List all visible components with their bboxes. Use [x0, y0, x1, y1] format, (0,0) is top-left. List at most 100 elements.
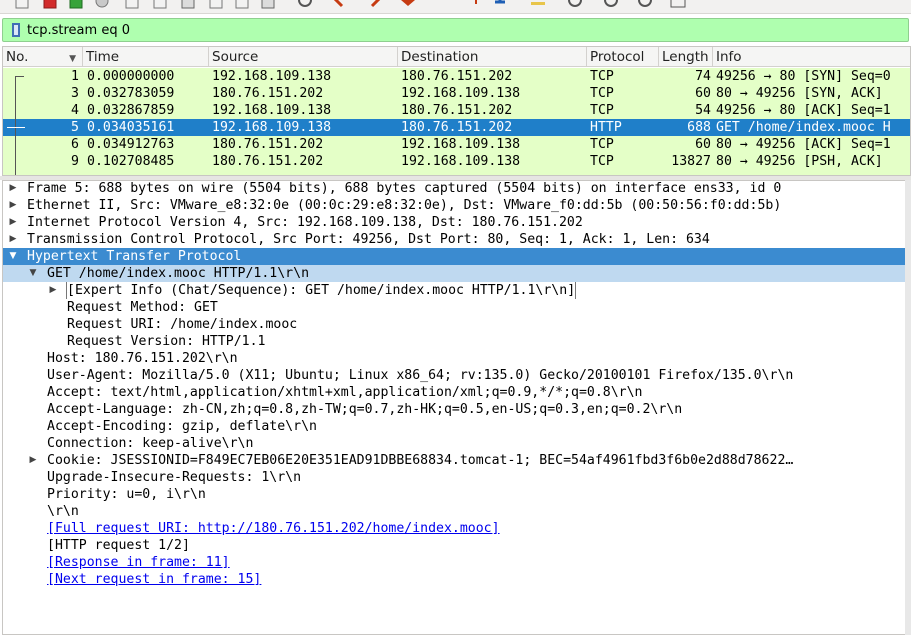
close-file-icon[interactable]	[602, 0, 622, 10]
detail-link[interactable]: [Response in frame: 11]	[47, 554, 230, 571]
detail-text: Upgrade-Insecure-Requests: 1\r\n	[47, 470, 302, 485]
detail-tree-row[interactable]: [Full request URI: http://180.76.151.202…	[3, 520, 906, 537]
expand-down-icon[interactable]: ▼	[7, 248, 19, 265]
bookmark-icon[interactable]	[7, 19, 25, 41]
autoscroll-icon[interactable]	[330, 0, 350, 10]
normal-size-icon[interactable]	[490, 0, 510, 10]
related-packet-cap	[15, 76, 24, 77]
detail-tree-row[interactable]: Accept-Language: zh-CN,zh;q=0.8,zh-TW;q=…	[3, 401, 906, 418]
details-scrollbar[interactable]	[905, 180, 911, 635]
resize-columns-icon[interactable]	[528, 0, 548, 10]
detail-text: Host: 180.76.151.202\r\n	[47, 351, 238, 366]
detail-tree-row[interactable]: [HTTP request 1/2]	[3, 537, 906, 554]
col-info-header[interactable]: Info	[713, 47, 910, 67]
col-time-cell: 0.102708485	[87, 154, 175, 169]
col-source-label: Source	[212, 49, 259, 65]
col-time-header[interactable]: Time	[83, 47, 209, 67]
col-info-cell: 80 → 49256 [ACK] Seq=1	[716, 137, 891, 152]
col-destination-label: Destination	[401, 49, 479, 65]
detail-tree-row[interactable]: ▶ Ethernet II, Src: VMware_e8:32:0e (00:0…	[3, 197, 906, 214]
col-source-header[interactable]: Source	[209, 47, 398, 67]
detail-tree-row[interactable]: Connection: keep-alive\r\n	[3, 435, 906, 452]
options-icon[interactable]	[668, 0, 688, 10]
go-to-icon[interactable]	[258, 0, 278, 10]
expand-right-icon[interactable]: ▶	[7, 197, 19, 214]
detail-text: [HTTP request 1/2]	[47, 538, 190, 553]
detail-tree-row[interactable]: ▼ GET /home/index.mooc HTTP/1.1\r\n	[3, 265, 906, 282]
col-time-cell: 0.032867859	[87, 103, 175, 118]
detail-tree-row[interactable]: Accept-Encoding: gzip, deflate\r\n	[3, 418, 906, 435]
detail-text: Ethernet II, Src: VMware_e8:32:0e (00:0c…	[27, 198, 782, 213]
detail-tree-row[interactable]: ▶ [Expert Info (Chat/Sequence): GET /home…	[3, 282, 906, 299]
packet-row[interactable]: 9 0.102708485 180.76.151.202 192.168.109.13…	[3, 153, 910, 170]
jump-last-icon[interactable]	[296, 0, 316, 10]
packet-row[interactable]: 4 0.032867859 192.168.109.138 180.76.151.20…	[3, 102, 910, 119]
detail-link[interactable]: [Full request URI: http://180.76.151.202…	[47, 520, 500, 537]
detail-tree-row[interactable]: User-Agent: Mozilla/5.0 (X11; Ubuntu; Li…	[3, 367, 906, 384]
col-time-cell: 0.000000000	[87, 69, 175, 84]
reload-file-icon[interactable]	[636, 0, 656, 10]
detail-text: Connection: keep-alive\r\n	[47, 436, 254, 451]
col-destination-cell: 192.168.109.138	[401, 154, 521, 169]
display-filter-bar[interactable]: tcp.stream eq 0	[2, 18, 909, 42]
file-open-icon[interactable]	[12, 0, 32, 10]
back-icon[interactable]	[206, 0, 226, 10]
col-source-cell: 192.168.109.138	[212, 69, 332, 84]
expand-down-icon[interactable]: ▼	[27, 265, 39, 282]
detail-text: [Expert Info (Chat/Sequence): GET /home/…	[65, 282, 577, 299]
zoom-out-icon[interactable]	[466, 0, 486, 10]
detail-tree-row[interactable]: [Next request in frame: 15]	[3, 571, 906, 588]
detail-tree-row[interactable]: Request URI: /home/index.mooc	[3, 316, 906, 333]
col-no-header[interactable]: No. ▼	[3, 47, 83, 67]
save-icon[interactable]	[122, 0, 142, 10]
detail-text: Accept-Encoding: gzip, deflate\r\n	[47, 419, 317, 434]
packet-row[interactable]: 1 0.000000000 192.168.109.138 180.76.151.20…	[3, 68, 910, 85]
search-icon[interactable]	[178, 0, 198, 10]
packet-row[interactable]: 3 0.032783059 180.76.151.202 192.168.109.13…	[3, 85, 910, 102]
col-info-cell: 80 → 49256 [SYN, ACK]	[716, 86, 883, 101]
detail-tree-row[interactable]: Priority: u=0, i\r\n	[3, 486, 906, 503]
packet-row[interactable]: 5 0.034035161 192.168.109.138 180.76.151.20…	[3, 119, 910, 136]
detail-tree-row[interactable]: \r\n	[3, 503, 906, 520]
detail-text: Hypertext Transfer Protocol	[27, 249, 242, 264]
detail-tree-row[interactable]: ▶ Internet Protocol Version 4, Src: 192.1…	[3, 214, 906, 231]
file-open-icon[interactable]	[566, 0, 586, 10]
zoom-in-icon[interactable]	[398, 0, 418, 10]
detail-tree-row[interactable]: Request Version: HTTP/1.1	[3, 333, 906, 350]
options-icon[interactable]	[92, 0, 112, 10]
colorize-icon[interactable]	[366, 0, 386, 10]
col-length-header[interactable]: Length	[659, 47, 713, 67]
col-destination-cell: 192.168.109.138	[401, 86, 521, 101]
detail-tree-row[interactable]: ▼ Hypertext Transfer Protocol	[3, 248, 906, 265]
detail-tree-row[interactable]: Request Method: GET	[3, 299, 906, 316]
detail-tree-row[interactable]: ▶ Cookie: JSESSIONID=F849EC7EB06E20E351EA…	[3, 452, 906, 469]
col-source-cell: 180.76.151.202	[212, 86, 324, 101]
expand-right-icon[interactable]: ▶	[27, 452, 39, 469]
forward-icon[interactable]	[232, 0, 252, 10]
capture-icon[interactable]	[150, 0, 170, 10]
detail-link[interactable]: [Next request in frame: 15]	[47, 571, 261, 588]
close-file-icon[interactable]	[40, 0, 60, 10]
detail-text: Request Method: GET	[67, 300, 218, 315]
packet-details-tree: ▶ Frame 5: 688 bytes on wire (5504 bits),…	[2, 180, 907, 635]
detail-text: GET /home/index.mooc HTTP/1.1\r\n	[47, 266, 310, 281]
col-protocol-cell: TCP	[590, 69, 614, 84]
expand-right-icon[interactable]: ▶	[7, 231, 19, 248]
col-protocol-header[interactable]: Protocol	[587, 47, 659, 67]
detail-tree-row[interactable]: Host: 180.76.151.202\r\n	[3, 350, 906, 367]
packet-row[interactable]: 6 0.034912763 180.76.151.202 192.168.109.13…	[3, 136, 910, 153]
detail-tree-row[interactable]: ▶ Transmission Control Protocol, Src Port…	[3, 231, 906, 248]
expand-right-icon[interactable]: ▶	[7, 181, 19, 197]
filter-input[interactable]: tcp.stream eq 0	[27, 23, 130, 38]
main-toolbar	[0, 0, 911, 14]
expand-right-icon[interactable]: ▶	[7, 214, 19, 231]
detail-tree-row[interactable]: ▶ Frame 5: 688 bytes on wire (5504 bits),…	[3, 181, 906, 197]
reload-file-icon[interactable]	[66, 0, 86, 10]
detail-tree-row[interactable]: [Response in frame: 11]	[3, 554, 906, 571]
expand-right-icon[interactable]: ▶	[47, 282, 59, 299]
detail-tree-row[interactable]: Accept: text/html,application/xhtml+xml,…	[3, 384, 906, 401]
detail-text: Accept-Language: zh-CN,zh;q=0.8,zh-TW;q=…	[47, 402, 683, 417]
detail-tree-row[interactable]: Upgrade-Insecure-Requests: 1\r\n	[3, 469, 906, 486]
col-destination-cell: 180.76.151.202	[401, 69, 513, 84]
col-destination-header[interactable]: Destination	[398, 47, 587, 67]
